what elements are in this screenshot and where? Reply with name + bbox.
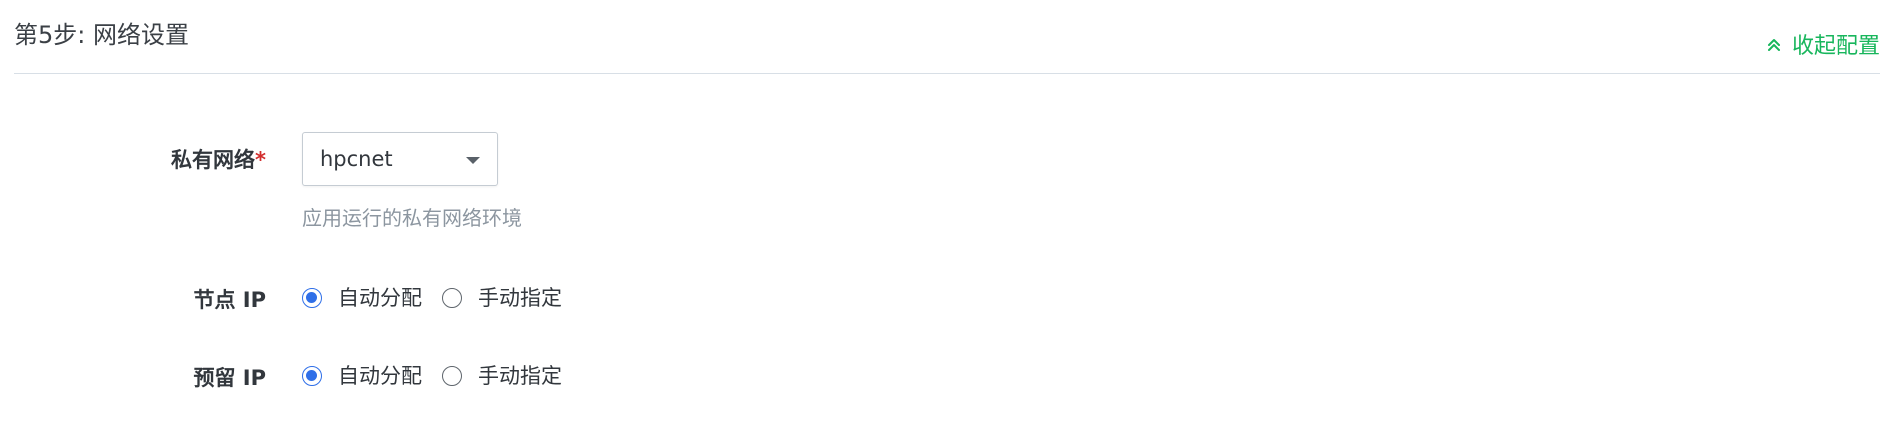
reserved-ip-manual-option[interactable]: 手动指定 (442, 362, 562, 390)
caret-down-icon (466, 157, 480, 164)
node-ip-auto-label: 自动分配 (338, 286, 422, 310)
node-ip-auto-option[interactable]: 自动分配 (302, 284, 422, 312)
network-settings-page: 第5步: 网络设置 收起配置 私有网络* hpcnet 应用运行的私有网络环境 … (0, 0, 1896, 432)
section-title: 第5步: 网络设置 (14, 21, 189, 49)
radio-unchecked-icon[interactable] (442, 366, 462, 386)
reserved-ip-manual-label: 手动指定 (478, 364, 562, 388)
section-header: 第5步: 网络设置 收起配置 (14, 0, 1880, 74)
radio-checked-icon[interactable] (302, 288, 322, 308)
private-network-label-text: 私有网络 (171, 148, 256, 172)
reserved-ip-label: 预留 IP (193, 366, 266, 390)
reserved-ip-auto-label: 自动分配 (338, 364, 422, 388)
reserved-ip-radio-group: 自动分配 手动指定 (302, 362, 582, 390)
private-network-help-text: 应用运行的私有网络环境 (302, 206, 522, 230)
private-network-select[interactable]: hpcnet (302, 132, 498, 186)
node-ip-label: 节点 IP (193, 288, 266, 312)
private-network-label: 私有网络* (171, 144, 266, 174)
node-ip-manual-option[interactable]: 手动指定 (442, 284, 562, 312)
collapse-config-label: 收起配置 (1791, 34, 1880, 59)
required-mark: * (255, 148, 266, 172)
node-ip-manual-label: 手动指定 (478, 286, 562, 310)
reserved-ip-auto-option[interactable]: 自动分配 (302, 362, 422, 390)
double-chevron-up-icon (1766, 33, 1792, 61)
collapse-config-button[interactable]: 收起配置 (1766, 33, 1880, 61)
private-network-selected-value: hpcnet (320, 147, 393, 171)
radio-checked-icon[interactable] (302, 366, 322, 386)
radio-unchecked-icon[interactable] (442, 288, 462, 308)
node-ip-radio-group: 自动分配 手动指定 (302, 284, 582, 312)
